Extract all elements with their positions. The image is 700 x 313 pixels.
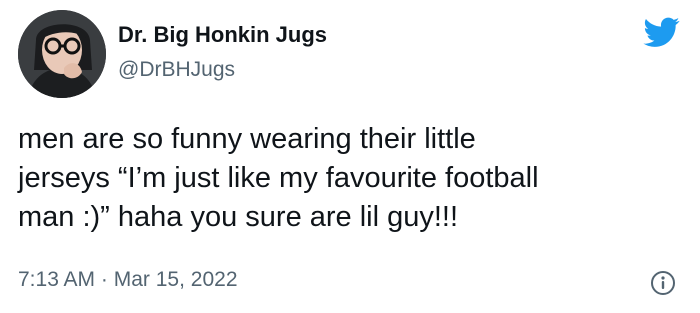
tweet-timestamp[interactable]: 7:13 AM · Mar 15, 2022 [18, 268, 238, 292]
tweet-text-line: jerseys “I’m just like my favourite foot… [18, 162, 539, 194]
user-handle[interactable]: @DrBHJugs [118, 58, 235, 82]
tweet-text-line: man :)” haha you sure are lil guy!!! [18, 201, 459, 233]
display-name[interactable]: Dr. Big Honkin Jugs [118, 22, 327, 48]
tweet-text-line: men are so funny wearing their little [18, 123, 476, 155]
twitter-bird-icon [643, 17, 680, 47]
tweet-date: Mar 15, 2022 [113, 268, 238, 291]
tweet-card: Dr. Big Honkin Jugs @DrBHJugs men are so… [0, 0, 700, 313]
tweet-time: 7:13 AM [18, 268, 96, 291]
meta-separator: · [100, 268, 108, 291]
info-icon[interactable] [650, 270, 676, 296]
avatar[interactable] [18, 10, 106, 98]
tweet-text: men are so funny wearing their little je… [18, 120, 690, 237]
